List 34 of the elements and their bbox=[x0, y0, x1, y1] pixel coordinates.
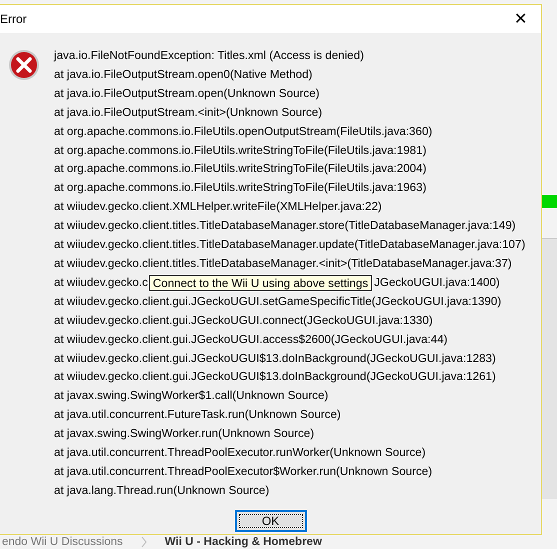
stack-trace-line: JGeckoUGUI.java:1400) bbox=[374, 274, 500, 291]
stack-trace-line: at wiiudev.gecko.client.gui.JGeckoUGUI.setGameSpecificTitle(JGeckoUGUI.java:1390) bbox=[54, 294, 502, 310]
stack-trace-line: at java.util.concurrent.FutureTask.run(Unknown Source) bbox=[54, 407, 342, 424]
stack-trace-line: at javax.swing.SwingWorker$1.call(Unknown Source) bbox=[54, 388, 330, 404]
close-button[interactable]: ✕ bbox=[510, 9, 531, 29]
stack-trace-line: at java.io.FileOutputStream.open(Unknown Source) bbox=[54, 86, 321, 102]
stack-trace-line: at org.apache.commons.io.FileUtils.writeStringToFile(FileUtils.java:2004) bbox=[54, 161, 428, 178]
stack-trace-line: at java.util.concurrent.ThreadPoolExecutor.runWorker(Unknown Source) bbox=[54, 445, 427, 462]
stack-trace-line: at org.apache.commons.io.FileUtils.writeStringToFile(FileUtils.java:1963) bbox=[54, 180, 428, 196]
stack-trace-line: at wiiudev.gecko.client.titles.TitleDatabaseManager.update(TitleDatabaseManager.java:107) bbox=[54, 237, 526, 254]
stack-trace-line: java.io.FileNotFoundException: Titles.xml (Access is denied) bbox=[54, 48, 365, 64]
stack-trace-line: at wiiudev.gecko.client.titles.TitleDatabaseManager.<init>(TitleDatabaseManager.java:37) bbox=[54, 256, 513, 272]
stack-trace-line: at java.util.concurrent.ThreadPoolExecutor$Worker.run(Unknown Source) bbox=[54, 464, 434, 480]
stack-trace-line: at wiiudev.gecko.client.gui.JGeckoUGUI$13.doInBackground(JGeckoUGUI.java:1283) bbox=[54, 350, 497, 366]
stack-trace-line: at java.io.FileOutputStream.open0(Native Method) bbox=[54, 66, 314, 83]
stack-trace-line: at wiiudev.gecko.client.XMLHelper.writeFile(XMLHelper.java:22) bbox=[54, 199, 383, 216]
stack-trace-line: at javax.swing.SwingWorker.run(Unknown Source) bbox=[54, 426, 316, 442]
breadcrumb-link[interactable]: endo Wii U Discussions bbox=[2, 536, 123, 548]
stack-trace-line: at wiiudev.gecko.client.gui.JGeckoUGUI.access$2600(JGeckoUGUI.java:44) bbox=[54, 332, 449, 348]
stack-trace-line: at java.io.FileOutputStream.<init>(Unknown Source) bbox=[54, 104, 324, 121]
stack-trace-line: at java.lang.Thread.run(Unknown Source) bbox=[54, 482, 270, 499]
window-title: Error bbox=[0, 12, 27, 26]
stack-trace-line: at wiiudev.gecko.client.gui.JGeckoUGUI$13.doInBackground(JGeckoUGUI.java:1261) bbox=[54, 369, 497, 386]
chevron-icon bbox=[140, 536, 147, 548]
stack-trace-line: at org.apache.commons.io.FileUtils.openOutputStream(FileUtils.java:360) bbox=[54, 124, 434, 140]
ok-button[interactable]: OK bbox=[234, 510, 306, 532]
error-icon bbox=[8, 49, 40, 81]
tooltip: Connect to the Wii U using above settings bbox=[148, 274, 372, 291]
stack-trace-line: at wiiudev.gecko.client.titles.TitleDatabaseManager.store(TitleDatabaseManager.java:149) bbox=[54, 218, 517, 234]
highlight-strip bbox=[542, 195, 557, 208]
stack-trace-line: at wiiudev.gecko.c bbox=[54, 274, 148, 291]
stack-trace-line: at org.apache.commons.io.FileUtils.writeStringToFile(FileUtils.java:1981) bbox=[54, 142, 428, 159]
breadcrumb-link[interactable]: Wii U - Hacking & Homebrew bbox=[164, 536, 322, 548]
stack-trace-line: at wiiudev.gecko.client.gui.JGeckoUGUI.connect(JGeckoUGUI.java:1330) bbox=[54, 312, 434, 329]
